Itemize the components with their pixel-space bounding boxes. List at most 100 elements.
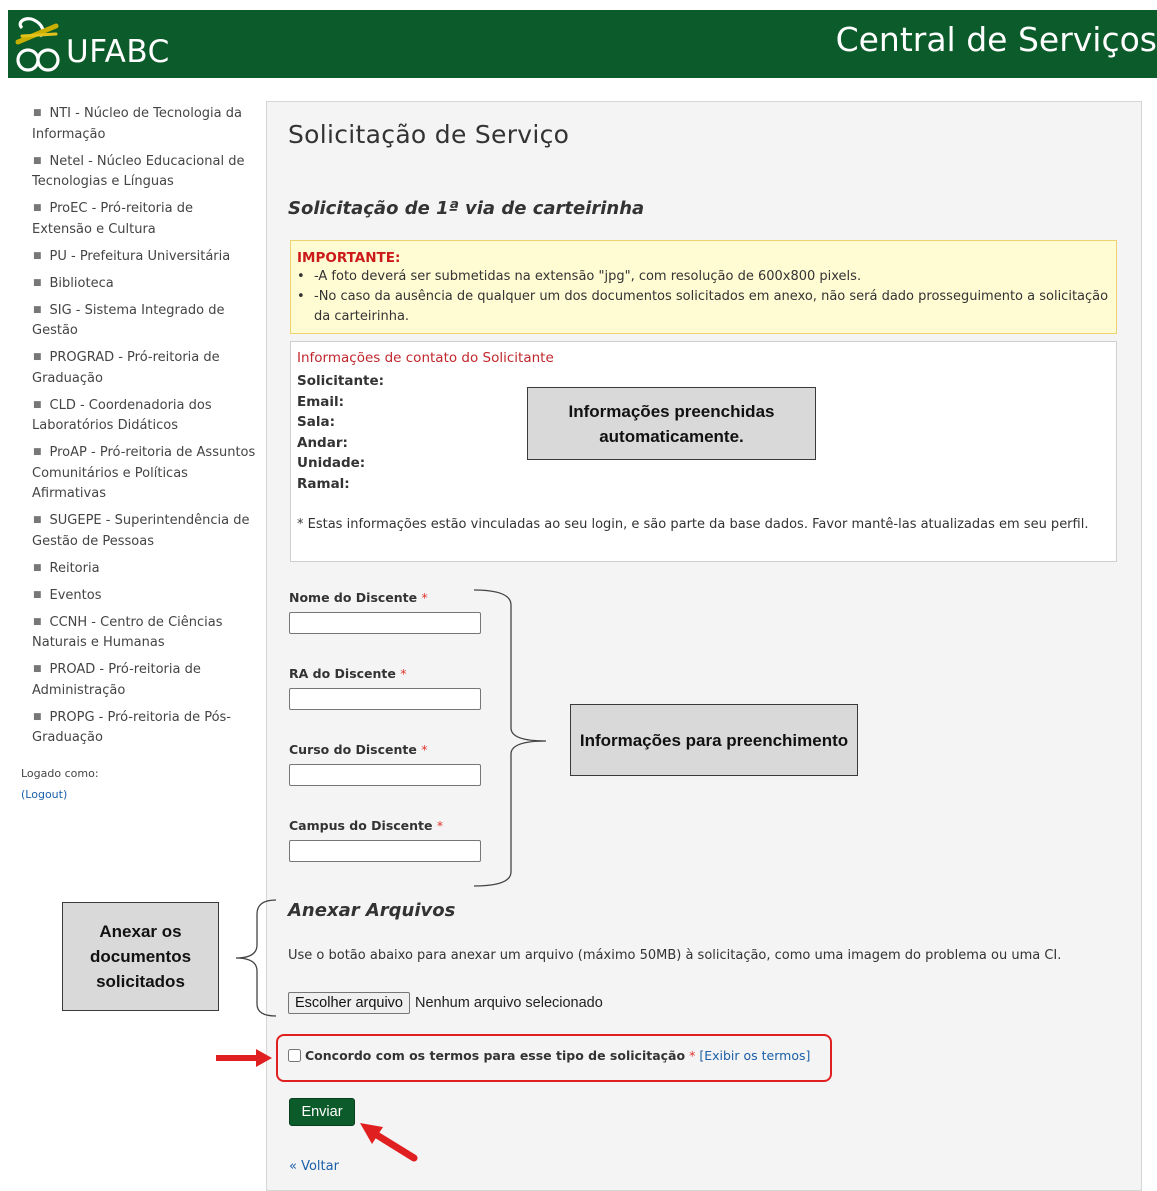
choose-file-button[interactable]: Escolher arquivo [288, 992, 410, 1014]
sidebar-item-label: NTI - Núcleo de Tecnologia da Informação [32, 106, 242, 142]
annotation-auto-info: Informações preenchidas automaticamente. [527, 387, 816, 460]
sidebar-item-proap[interactable]: ■ ProAP - Pró-reitoria de Assuntos Comuni… [20, 442, 256, 505]
campus-discente-field: Campus do Discente * [289, 818, 481, 862]
sidebar-item-cld[interactable]: ■ CLD - Coordenadoria dos Laboratórios Di… [20, 395, 256, 437]
sidebar-item-pu[interactable]: ■ PU - Prefeitura Universitária [20, 246, 256, 268]
sidebar-item-label: SIG - Sistema Integrado de Gestão [32, 302, 225, 339]
sidebar-item-label: ProEC - Pró-reitoria de Extensão e Cultu… [32, 201, 193, 237]
submit-button[interactable]: Enviar [289, 1098, 355, 1126]
sidebar-item-sig[interactable]: ■ SIG - Sistema Integrado de Gestão [20, 300, 256, 342]
ra-discente-field: RA do Discente * [289, 666, 481, 710]
annotation-attach: Anexar os documentos solicitados [62, 902, 219, 1011]
sidebar: ■ NTI - Núcleo de Tecnologia da Informaçã… [20, 103, 256, 805]
file-status: Nenhum arquivo selecionado [415, 995, 603, 1011]
sidebar-item-label: Reitoria [49, 560, 100, 576]
app-title: Central de Serviços [835, 20, 1157, 59]
bullet-icon: • [297, 289, 305, 304]
file-picker: Escolher arquivo Nenhum arquivo selecion… [288, 992, 603, 1014]
important-item: • -No caso da ausência de qualquer um dos… [297, 287, 1110, 327]
important-notice: IMPORTANTE: • -A foto deverá ser submetid… [290, 240, 1117, 334]
field-label: Nome do Discente * [289, 590, 481, 606]
contact-note: * Estas informações estão vinculadas ao … [297, 517, 1089, 532]
nome-discente-field: Nome do Discente * [289, 590, 481, 634]
request-form-panel: Solicitação de Serviço Solicitação de 1ª… [266, 101, 1142, 1191]
nome-discente-input[interactable] [289, 612, 481, 634]
ramal-label: Ramal: [297, 475, 350, 492]
important-text: -No caso da ausência de qualquer um dos … [314, 289, 1109, 324]
sidebar-item-label: Biblioteca [49, 275, 114, 291]
bullet-icon: ■ [33, 155, 42, 166]
campus-discente-label: Campus do Discente [289, 818, 433, 833]
curso-discente-input[interactable] [289, 764, 481, 786]
sidebar-item-label: SUGEPE - Superintendência de Gestão de P… [32, 513, 250, 549]
attach-description: Use o botão abaixo para anexar um arquiv… [288, 948, 1062, 963]
red-arrow-terms-icon [216, 1049, 272, 1067]
bullet-icon: ■ [33, 250, 42, 261]
sidebar-item-eventos[interactable]: ■ Eventos [20, 585, 256, 607]
bullet-icon: • [297, 269, 305, 284]
sidebar-menu: ■ NTI - Núcleo de Tecnologia da Informaçã… [20, 103, 256, 749]
bullet-icon: ■ [33, 589, 42, 600]
field-label: Campus do Discente * [289, 818, 481, 834]
sidebar-item-proad[interactable]: ■ PROAD - Pró-reitoria de Administração [20, 659, 256, 701]
sidebar-item-label: PROGRAD - Pró-reitoria de Graduação [32, 350, 220, 386]
important-item: • -A foto deverá ser submetidas na extens… [297, 267, 1110, 287]
required-marker: * [436, 818, 444, 833]
required-marker: * [400, 666, 407, 681]
bullet-icon: ■ [33, 304, 42, 315]
annotation-fill-info: Informações para preenchimento [570, 704, 858, 776]
terms-highlight-box [276, 1034, 832, 1082]
sidebar-item-label: Eventos [49, 587, 102, 603]
sidebar-item-label: CLD - Coordenadoria dos Laboratórios Did… [32, 397, 212, 434]
bullet-icon: ■ [33, 616, 42, 627]
bullet-icon: ■ [33, 203, 42, 213]
sidebar-item-proec[interactable]: ■ ProEC - Pró-reitoria de Extensão e Cult… [20, 198, 256, 240]
bullet-icon: ■ [33, 399, 42, 410]
curso-discente-field: Curso do Discente * [289, 742, 481, 786]
logo-text: UFABC [66, 34, 170, 70]
bullet-icon: ■ [33, 108, 42, 118]
ra-discente-input[interactable] [289, 688, 481, 710]
sidebar-item-nti[interactable]: ■ NTI - Núcleo de Tecnologia da Informaçã… [20, 103, 256, 145]
sidebar-item-label: Netel - Núcleo Educacional de Tecnologia… [32, 153, 245, 190]
important-text: -A foto deverá ser submetidas na extensã… [314, 269, 862, 284]
sidebar-item-label: PROAD - Pró-reitoria de Administração [32, 662, 201, 698]
required-marker: * [421, 590, 428, 605]
bullet-icon: ■ [33, 562, 42, 573]
logged-as: Logado como: (Logout) [20, 763, 256, 805]
curso-discente-label: Curso do Discente [289, 742, 417, 757]
back-link[interactable]: « Voltar [289, 1159, 339, 1174]
logged-as-label: Logado como: [21, 766, 99, 780]
important-title: IMPORTANTE: [297, 250, 401, 266]
sidebar-item-label: PROPG - Pró-reitoria de Pós-Graduação [32, 709, 231, 746]
sidebar-item-reitoria[interactable]: ■ Reitoria [20, 558, 256, 580]
sidebar-item-sugepe[interactable]: ■ SUGEPE - Superintendência de Gestão de … [20, 510, 256, 552]
sidebar-item-prograd[interactable]: ■ PROGRAD - Pró-reitoria de Graduação [20, 347, 256, 389]
site-header: UFABC Central de Serviços [8, 10, 1157, 78]
nome-discente-label: Nome do Discente [289, 590, 418, 605]
contact-title: Informações de contato do Solicitante [297, 350, 554, 366]
sidebar-item-label: CCNH - Centro de Ciências Naturais e Hum… [32, 614, 223, 651]
ufabc-logo-icon[interactable] [12, 12, 66, 74]
required-marker: * [421, 742, 428, 757]
field-label: Curso do Discente * [289, 742, 481, 758]
page-title: Solicitação de Serviço [288, 120, 570, 149]
sidebar-item-propg[interactable]: ■ PROPG - Pró-reitoria de Pós-Graduação [20, 707, 256, 749]
sidebar-item-netel[interactable]: ■ Netel - Núcleo Educacional de Tecnologi… [20, 151, 256, 193]
sidebar-item-ccnh[interactable]: ■ CCNH - Centro de Ciências Naturais e Hu… [20, 612, 256, 654]
bullet-icon: ■ [33, 664, 42, 674]
ra-discente-label: RA do Discente [289, 666, 396, 681]
bullet-icon: ■ [33, 711, 42, 722]
bullet-icon: ■ [33, 277, 42, 288]
sidebar-item-label: PU - Prefeitura Universitária [49, 248, 231, 264]
field-label: RA do Discente * [289, 666, 481, 682]
sidebar-item-label: ProAP - Pró-reitoria de Assuntos Comunit… [32, 445, 256, 501]
bullet-icon: ■ [33, 352, 42, 362]
bullet-icon: ■ [33, 515, 42, 525]
form-subtitle: Solicitação de 1ª via de carteirinha [288, 198, 645, 219]
logout-link[interactable]: (Logout) [21, 784, 256, 805]
attach-title: Anexar Arquivos [288, 900, 456, 921]
campus-discente-input[interactable] [289, 840, 481, 862]
bullet-icon: ■ [33, 447, 42, 457]
sidebar-item-biblioteca[interactable]: ■ Biblioteca [20, 273, 256, 295]
